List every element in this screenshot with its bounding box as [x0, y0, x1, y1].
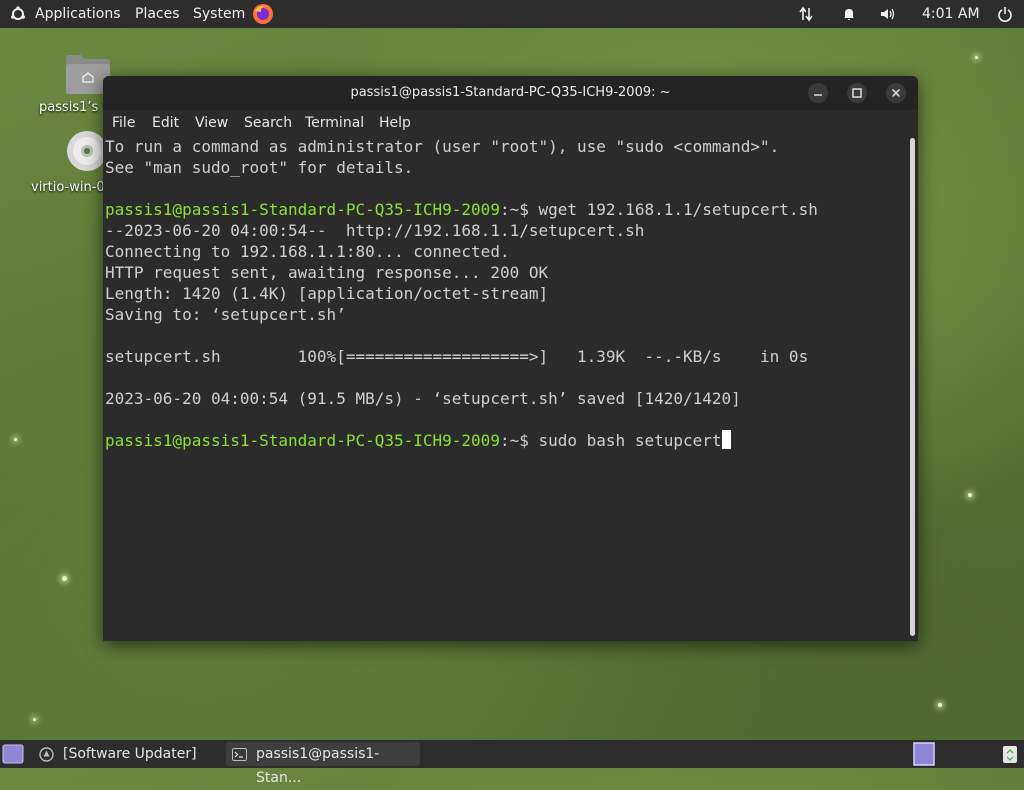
terminal-icon — [232, 748, 247, 761]
maximize-icon — [852, 88, 862, 98]
wallpaper-sparkle — [938, 703, 942, 707]
minimize-icon — [814, 94, 822, 96]
clock[interactable]: 4:01 AM — [922, 0, 980, 28]
taskbar-item-label: passis1@passis1-Stan... — [256, 746, 380, 786]
terminal-menubar: File Edit View Search Terminal Help — [103, 110, 918, 136]
network-transfer-icon[interactable] — [796, 4, 816, 24]
notification-bell-icon[interactable] — [839, 4, 859, 24]
desktop-cd-label[interactable]: virtio-win-0 — [31, 180, 105, 195]
wallpaper-sparkle — [62, 576, 67, 581]
taskbar-item-label: [Software Updater] — [63, 746, 197, 762]
terminal-line: See "man sudo_root" for details. — [105, 158, 414, 177]
wallpaper-sparkle — [14, 438, 17, 441]
terminal-line: HTTP request sent, awaiting response... … — [105, 263, 549, 282]
top-panel: Applications Places System 4:01 AM — [0, 0, 1024, 28]
window-title: passis1@passis1-Standard-PC-Q35-ICH9-200… — [350, 85, 671, 100]
close-button[interactable] — [886, 83, 906, 103]
firefox-icon[interactable] — [252, 3, 274, 25]
taskbar-software-updater[interactable]: [Software Updater] — [34, 742, 222, 766]
terminal-window: passis1@passis1-Standard-PC-Q35-ICH9-200… — [103, 76, 918, 641]
terminal-progress-line: setupcert.sh 100%[===================>] … — [105, 347, 809, 366]
system-menu[interactable]: System — [193, 0, 245, 28]
places-menu[interactable]: Places — [135, 0, 180, 28]
workspace-switcher-icon[interactable] — [913, 742, 935, 766]
menu-file[interactable]: File — [112, 115, 135, 131]
terminal-line: Length: 1420 (1.4K) [application/octet-s… — [105, 284, 549, 303]
wallpaper-sparkle — [968, 493, 972, 497]
terminal-output[interactable]: To run a command as administrator (user … — [103, 136, 909, 641]
window-titlebar[interactable]: passis1@passis1-Standard-PC-Q35-ICH9-200… — [103, 76, 918, 110]
terminal-prompt-line: passis1@passis1-Standard-PC-Q35-ICH9-200… — [105, 199, 818, 220]
bottom-panel: [Software Updater] passis1@passis1-Stan.… — [0, 740, 1024, 786]
maximize-button[interactable] — [847, 83, 867, 103]
wallpaper-sparkle — [33, 718, 36, 721]
prompt-user: passis1@passis1-Standard-PC-Q35-ICH9-200… — [105, 200, 500, 219]
taskbar-terminal[interactable]: passis1@passis1-Stan... — [226, 742, 420, 786]
terminal-line: To run a command as administrator (user … — [105, 137, 780, 156]
menu-edit[interactable]: Edit — [152, 115, 179, 131]
prompt-user: passis1@passis1-Standard-PC-Q35-ICH9-200… — [105, 431, 500, 450]
ubuntu-logo-icon[interactable] — [10, 6, 26, 22]
minimize-button[interactable] — [808, 83, 828, 103]
desktop-home-label[interactable]: passis1’s H — [39, 100, 112, 115]
menu-terminal[interactable]: Terminal — [305, 115, 364, 131]
desktop-cd-drive[interactable] — [66, 130, 108, 172]
prompt-suffix: :~$ — [499, 431, 539, 450]
menu-help[interactable]: Help — [379, 115, 411, 131]
applications-menu[interactable]: Applications — [35, 0, 121, 28]
terminal-line: Connecting to 192.168.1.1:80... connecte… — [105, 242, 510, 261]
cd-drive-icon — [67, 131, 107, 171]
command-input[interactable]: sudo bash setupcert — [538, 431, 721, 450]
terminal-scrollbar[interactable] — [910, 138, 915, 636]
close-icon — [891, 88, 901, 98]
terminal-prompt-line: passis1@passis1-Standard-PC-Q35-ICH9-200… — [105, 430, 731, 451]
wallpaper-sparkle — [975, 56, 978, 59]
menu-view[interactable]: View — [195, 115, 228, 131]
show-desktop-icon[interactable] — [2, 744, 24, 764]
text-cursor — [721, 430, 731, 449]
trash-icon[interactable] — [1001, 744, 1019, 764]
terminal-line: --2023-06-20 04:00:54-- http://192.168.1… — [105, 221, 645, 240]
prompt-suffix: :~$ — [499, 200, 539, 219]
power-icon[interactable] — [995, 4, 1015, 24]
terminal-line: 2023-06-20 04:00:54 (91.5 MB/s) - ‘setup… — [105, 389, 741, 408]
command-text: wget 192.168.1.1/setupcert.sh — [538, 200, 818, 219]
terminal-line: Saving to: ‘setupcert.sh’ — [105, 305, 346, 324]
menu-search[interactable]: Search — [244, 115, 292, 131]
software-updater-icon — [39, 747, 54, 762]
volume-icon[interactable] — [877, 4, 897, 24]
